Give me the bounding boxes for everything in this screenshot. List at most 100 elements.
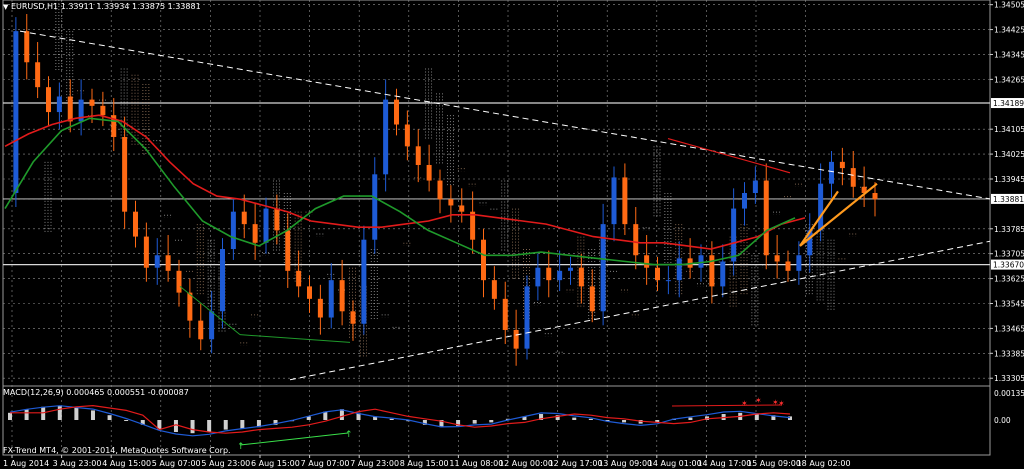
macd-bar [74, 408, 79, 420]
candle-body [187, 292, 193, 321]
candle-body [263, 208, 269, 243]
macd-bar [107, 415, 112, 420]
candle-body [752, 180, 758, 193]
candle-body [56, 96, 62, 113]
candle-body [67, 96, 73, 122]
candle-body [459, 205, 465, 212]
candle-body [491, 280, 497, 299]
candle-body [209, 311, 215, 340]
time-tick-label: 12 Aug 17:00 [549, 459, 603, 468]
time-tick-label: 14 Aug 01:00 [648, 459, 702, 468]
macd-bar [688, 417, 693, 420]
price-tick-label: 1.34025 [994, 150, 1024, 159]
candle-body [742, 193, 747, 209]
macd-bar [489, 420, 494, 423]
candle-body [296, 270, 302, 287]
macd-bar [339, 409, 344, 420]
time-tick-label: 3 Aug 23:00 [53, 459, 102, 468]
candle-body [198, 320, 204, 340]
candle-body [394, 99, 399, 125]
candle-body [13, 31, 19, 194]
macd-bar [240, 420, 245, 429]
price-tick-label: 1.34505 [994, 1, 1024, 10]
candle-body [143, 236, 149, 268]
candle-body [404, 124, 410, 147]
price-level-label: 1.33881 [993, 195, 1024, 204]
candle-body [24, 31, 30, 63]
candle-body [361, 239, 367, 324]
time-tick-label: 5 Aug 23:00 [201, 459, 250, 468]
candle-body [122, 136, 128, 212]
candle-body [35, 62, 41, 88]
candle-body [568, 267, 573, 271]
time-tick-label: 15 Aug 09:00 [747, 459, 801, 468]
macd-label: MACD(12,26,9) 0.000465 0.000551 -0.00008… [3, 388, 189, 397]
candle-body [829, 161, 834, 184]
candle-body [578, 267, 584, 287]
candle-body [665, 280, 671, 282]
time-tick-label: 5 Aug 07:00 [152, 459, 201, 468]
candle-body [133, 211, 138, 237]
candle-body [535, 267, 541, 287]
price-tick-label: 1.33705 [994, 250, 1024, 259]
price-tick-label: 1.34345 [994, 50, 1024, 59]
candle-body [307, 286, 312, 299]
macd-bar [223, 420, 228, 430]
time-tick-label: 18 Aug 02:00 [797, 459, 851, 468]
macd-bar [173, 420, 178, 432]
candle-body [437, 180, 443, 200]
candle-body [839, 161, 845, 169]
time-tick-label: 14 Aug 17:00 [697, 459, 751, 468]
candle-body [763, 180, 769, 256]
macd-bar [190, 420, 195, 434]
price-tick-label: 1.34105 [994, 125, 1024, 134]
price-tick-label: 1.33465 [994, 324, 1024, 333]
candle-body [655, 267, 660, 281]
time-tick-label: 13 Aug 09:00 [598, 459, 652, 468]
price-tick-label: 1.34425 [994, 26, 1024, 35]
price-level-label: 1.34189 [993, 99, 1024, 108]
chart-header: ▼ EURUSD,H1 1.33911 1.33934 1.33875 1.33… [3, 2, 201, 12]
price-tick-label: 1.33625 [994, 275, 1024, 284]
time-tick-label: 11 Aug 08:00 [449, 459, 503, 468]
candle-body [557, 270, 563, 281]
signal-marker-icon: ✶ [778, 399, 785, 408]
candle-body [252, 224, 258, 243]
candle-body [850, 168, 856, 187]
time-tick-label: 7 Aug 23:00 [350, 459, 399, 468]
up-arrow-icon: ↑ [345, 430, 353, 440]
candle-body [872, 193, 878, 200]
candle-body [154, 255, 160, 268]
candle-body [372, 174, 378, 240]
candle-body [676, 258, 682, 281]
macd-bar [57, 405, 62, 420]
candle-body [241, 211, 247, 225]
candle-body [415, 146, 421, 165]
macd-bar [24, 409, 29, 420]
price-tick-label: 1.33785 [994, 225, 1024, 234]
time-tick-label: 7 Aug 07:00 [301, 459, 350, 468]
candle-body [426, 164, 432, 181]
macd-bar [207, 420, 212, 432]
candle-body [611, 177, 617, 225]
macd-bar [572, 417, 577, 420]
macd-bar [622, 420, 627, 423]
signal-marker-icon: ✶ [741, 399, 748, 408]
up-arrow-icon: ↑ [237, 442, 245, 452]
price-tick-label: 1.33385 [994, 349, 1024, 358]
price-tick-label: 1.33945 [994, 175, 1024, 184]
candle-body [622, 177, 628, 225]
candle-body [165, 255, 171, 271]
time-tick-label: 12 Aug 00:00 [499, 459, 553, 468]
price-chart[interactable]: ↑↑✶ ✶ ✶ ✶ 1.345051.344251.343451.342651.341… [0, 0, 1024, 469]
macd-bar [754, 414, 759, 420]
macd-axis-label: 0.00 [994, 416, 1011, 425]
candle-body [785, 261, 791, 271]
candle-body [89, 99, 95, 106]
copyright-label: FX-Trend MT4, © 2001-2014, MetaQuotes So… [3, 446, 231, 455]
macd-bar [124, 420, 129, 421]
macd-bar [472, 420, 477, 424]
time-tick-label: 8 Aug 15:00 [400, 459, 449, 468]
price-tick-label: 1.34265 [994, 75, 1024, 84]
signal-marker-icon: ✶ [755, 396, 762, 405]
